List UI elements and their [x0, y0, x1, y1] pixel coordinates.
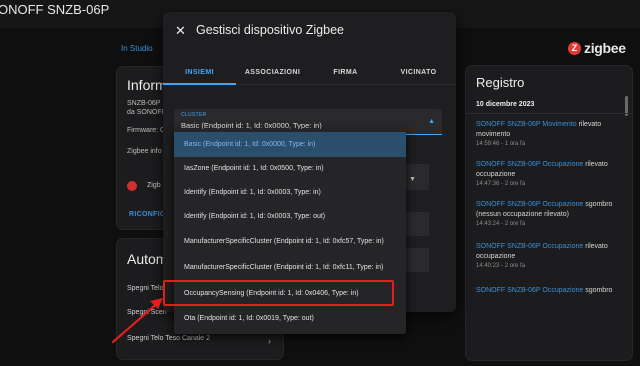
annotation-arrow: [111, 298, 163, 344]
